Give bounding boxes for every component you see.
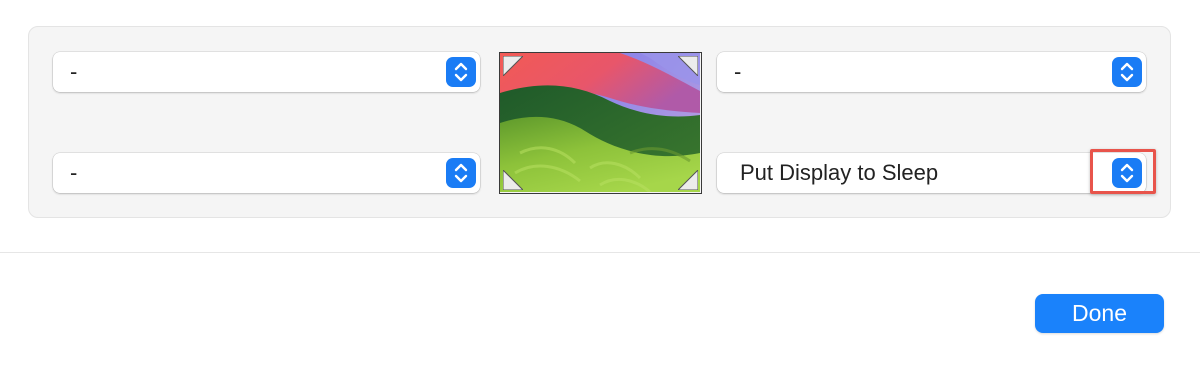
top-left-corner-value: - bbox=[70, 59, 78, 84]
chevron-up-down-icon[interactable] bbox=[446, 158, 476, 188]
bottom-right-corner-value: Put Display to Sleep bbox=[740, 160, 939, 185]
corner-triangle-icon bbox=[678, 170, 698, 190]
bottom-left-corner-value: - bbox=[70, 160, 78, 185]
highlight-box bbox=[1090, 149, 1156, 194]
chevron-up-down-icon[interactable] bbox=[446, 57, 476, 87]
screen-preview bbox=[499, 52, 702, 194]
done-button[interactable]: Done bbox=[1035, 294, 1164, 333]
top-left-corner-popup[interactable]: - bbox=[53, 52, 480, 92]
hot-corners-dialog: - - - Put Display to Sleep Done bbox=[0, 0, 1200, 370]
corner-triangle-icon bbox=[678, 56, 698, 76]
top-right-corner-value: - bbox=[734, 59, 742, 84]
chevron-up-down-icon[interactable] bbox=[1112, 57, 1142, 87]
corner-triangle-icon bbox=[503, 56, 523, 76]
wallpaper-image bbox=[500, 53, 700, 192]
bottom-right-corner-popup[interactable]: Put Display to Sleep bbox=[717, 153, 1146, 193]
top-right-corner-popup[interactable]: - bbox=[717, 52, 1146, 92]
corner-triangle-icon bbox=[503, 170, 523, 190]
bottom-left-corner-popup[interactable]: - bbox=[53, 153, 480, 193]
footer-divider bbox=[0, 252, 1200, 253]
